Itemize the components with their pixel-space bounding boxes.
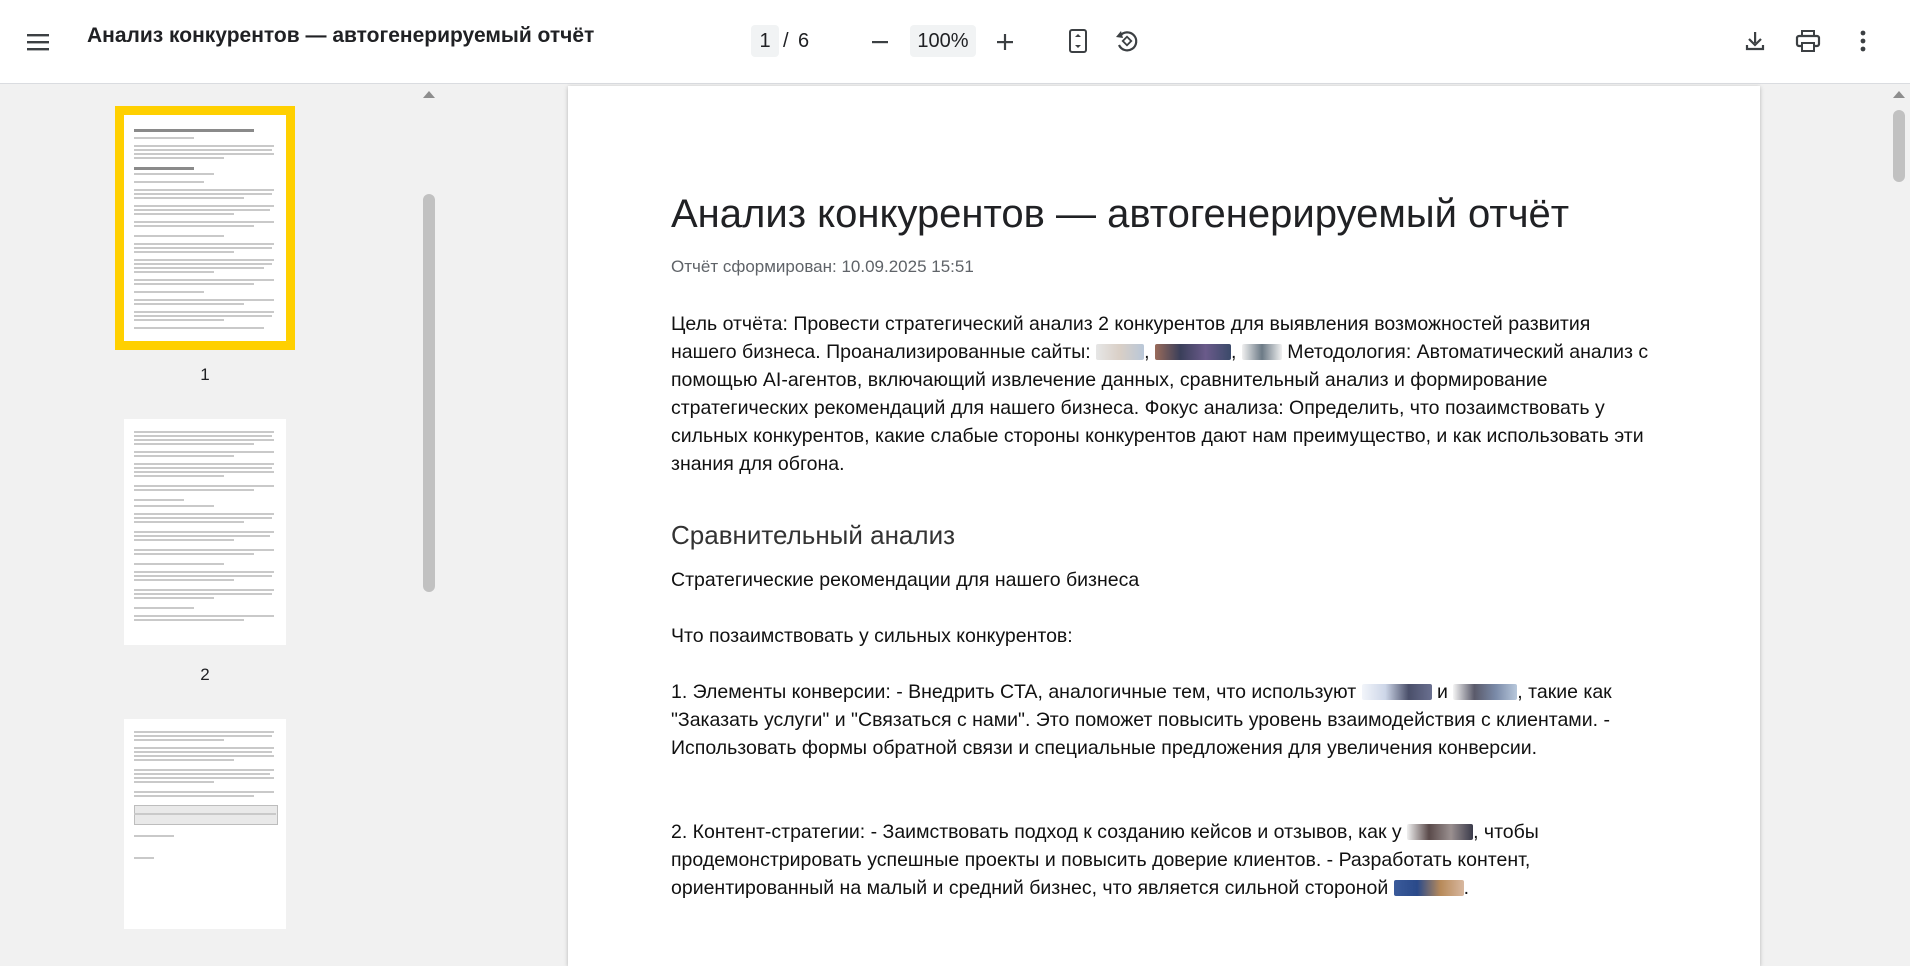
redacted-competitor-4: [1393, 880, 1464, 896]
item2-text: 2. Контент-стратегии: - Заимствовать под…: [671, 821, 1408, 843]
redacted-competitor-1: [1361, 684, 1432, 700]
redacted-site-1: [1096, 344, 1145, 360]
document-title: Анализ конкурентов — автогенерируемый от…: [87, 24, 595, 47]
page-number-input[interactable]: 1: [751, 25, 779, 57]
sidebar-scrollbar-thumb[interactable]: [423, 194, 435, 592]
section-heading: Сравнительный анализ: [671, 520, 956, 550]
redacted-competitor-3: [1407, 824, 1474, 840]
report-timestamp: Отчёт сформирован: 10.09.2025 15:51: [671, 257, 974, 276]
intro-separator: ,: [1230, 341, 1242, 363]
plus-icon[interactable]: [989, 26, 1021, 58]
document-heading: Анализ конкурентов — автогенерируемый от…: [671, 192, 1570, 236]
redacted-competitor-2: [1453, 684, 1518, 700]
main-scrollbar-thumb[interactable]: [1893, 110, 1905, 182]
more-vertical-icon[interactable]: [1848, 24, 1878, 58]
pdf-page-1: Анализ конкурентов — автогенерируемый от…: [568, 86, 1760, 966]
page-thumbnail-3[interactable]: [124, 719, 286, 929]
rotate-icon[interactable]: [1110, 24, 1144, 58]
fit-to-page-icon[interactable]: [1062, 24, 1094, 58]
recommendations-subheading: Стратегические рекомендации для нашего б…: [671, 569, 1140, 591]
hamburger-menu-icon[interactable]: [22, 26, 54, 58]
list-item: 2. Контент-стратегии: - Заимствовать под…: [671, 818, 1661, 902]
redacted-site-3: [1241, 344, 1282, 360]
borrow-heading: Что позаимствовать у сильных конкурентов…: [671, 625, 1073, 647]
main-scroll-up-icon[interactable]: [1893, 91, 1905, 98]
page-separator: /: [783, 30, 789, 52]
page-thumbnail-label: 2: [200, 665, 210, 684]
item2-end: .: [1463, 877, 1470, 899]
redacted-site-2: [1154, 344, 1231, 360]
download-icon[interactable]: [1738, 24, 1772, 58]
sidebar-scroll-up-icon[interactable]: [423, 91, 435, 98]
page-thumbnail-1[interactable]: [115, 106, 295, 350]
thumbnail-sidebar: 1 2: [0, 84, 440, 929]
print-icon[interactable]: [1791, 24, 1825, 58]
list-item: 1. Элементы конверсии: - Внедрить CTA, а…: [671, 678, 1661, 762]
page-thumbnail-label: 1: [200, 365, 210, 384]
pdf-toolbar: Анализ конкурентов — автогенерируемый от…: [0, 0, 1910, 84]
total-pages: 6: [798, 30, 810, 52]
zoom-level-input[interactable]: 100%: [910, 25, 976, 57]
intro-separator: ,: [1144, 341, 1155, 363]
item1-text: 1. Элементы конверсии: - Внедрить CTA, а…: [671, 681, 1362, 703]
item1-and: и: [1431, 681, 1454, 703]
page-thumbnail-2[interactable]: [124, 419, 286, 645]
minus-icon[interactable]: [864, 26, 896, 58]
intro-paragraph: Цель отчёта: Провести стратегический ана…: [671, 310, 1661, 478]
